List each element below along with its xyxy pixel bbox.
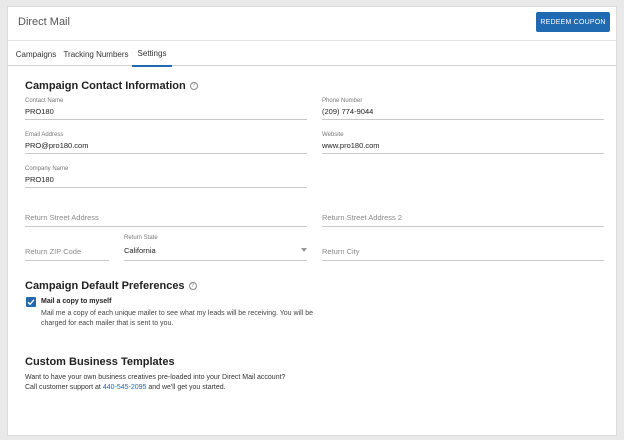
page-header: Direct Mail REDEEM COUPON (8, 7, 616, 41)
return-city-field[interactable]: Return City (322, 239, 604, 261)
return-street2-placeholder: Return Street Address 2 (322, 213, 403, 222)
return-state-value: California (124, 246, 156, 255)
direct-mail-panel: Direct Mail REDEEM COUPON Campaigns Trac… (7, 6, 617, 436)
website-value: www.pro180.com (322, 141, 380, 150)
return-zip-placeholder: Return ZIP Code (25, 247, 82, 256)
mail-copy-label: Mail a copy to myself (41, 298, 112, 305)
return-street2-field[interactable]: Return Street Address 2 (322, 205, 604, 227)
tab-settings[interactable]: Settings (132, 42, 172, 67)
contact-section-title: Campaign Contact Information ? (25, 80, 198, 92)
question-circle-icon[interactable]: ? (189, 82, 198, 90)
preferences-section-title: Campaign Default Preferences ? (25, 280, 197, 292)
phone-number-value: (209) 774-9044 (322, 107, 374, 116)
return-zip-field[interactable]: Return ZIP Code (25, 239, 109, 261)
return-street-placeholder: Return Street Address (25, 213, 99, 222)
mail-copy-checkbox[interactable] (26, 297, 36, 307)
email-value: PRO@pro180.com (25, 141, 89, 150)
contact-name-field[interactable]: Contact Name PRO180 (25, 98, 307, 120)
tab-bar: Campaigns Tracking Numbers Settings (8, 42, 616, 67)
company-name-field[interactable]: Company Name PRO180 (25, 166, 307, 188)
return-city-placeholder: Return City (322, 247, 360, 256)
phone-number-field[interactable]: Phone Number (209) 774-9044 (322, 98, 604, 120)
page-title: Direct Mail (18, 16, 70, 28)
mail-copy-description: Mail me a copy of each unique mailer to … (41, 310, 313, 327)
return-street-field[interactable]: Return Street Address (25, 205, 307, 227)
checkmark-icon (27, 299, 35, 306)
templates-line-2: Call customer support at 440-545-2095 an… (25, 384, 226, 391)
phone-number-label: Phone Number (322, 98, 363, 104)
website-label: Website (322, 132, 344, 138)
tab-campaigns[interactable]: Campaigns (13, 42, 59, 66)
templates-line-1: Want to have your own business creatives… (25, 374, 286, 381)
return-state-label: Return State (124, 235, 158, 241)
return-state-select[interactable]: Return State California (124, 235, 307, 261)
email-field[interactable]: Email Address PRO@pro180.com (25, 132, 307, 154)
tab-tracking-numbers[interactable]: Tracking Numbers (63, 42, 129, 66)
caret-down-icon (301, 248, 307, 252)
website-field[interactable]: Website www.pro180.com (322, 132, 604, 154)
templates-section-title: Custom Business Templates (25, 356, 175, 368)
contact-name-label: Contact Name (25, 98, 64, 104)
support-phone-link[interactable]: 440-545-2095 (103, 384, 147, 391)
email-label: Email Address (25, 132, 64, 138)
company-name-value: PRO180 (25, 175, 54, 184)
redeem-coupon-button[interactable]: REDEEM COUPON (536, 12, 610, 32)
company-name-label: Company Name (25, 166, 69, 172)
question-circle-icon[interactable]: ? (188, 282, 197, 290)
contact-name-value: PRO180 (25, 107, 54, 116)
